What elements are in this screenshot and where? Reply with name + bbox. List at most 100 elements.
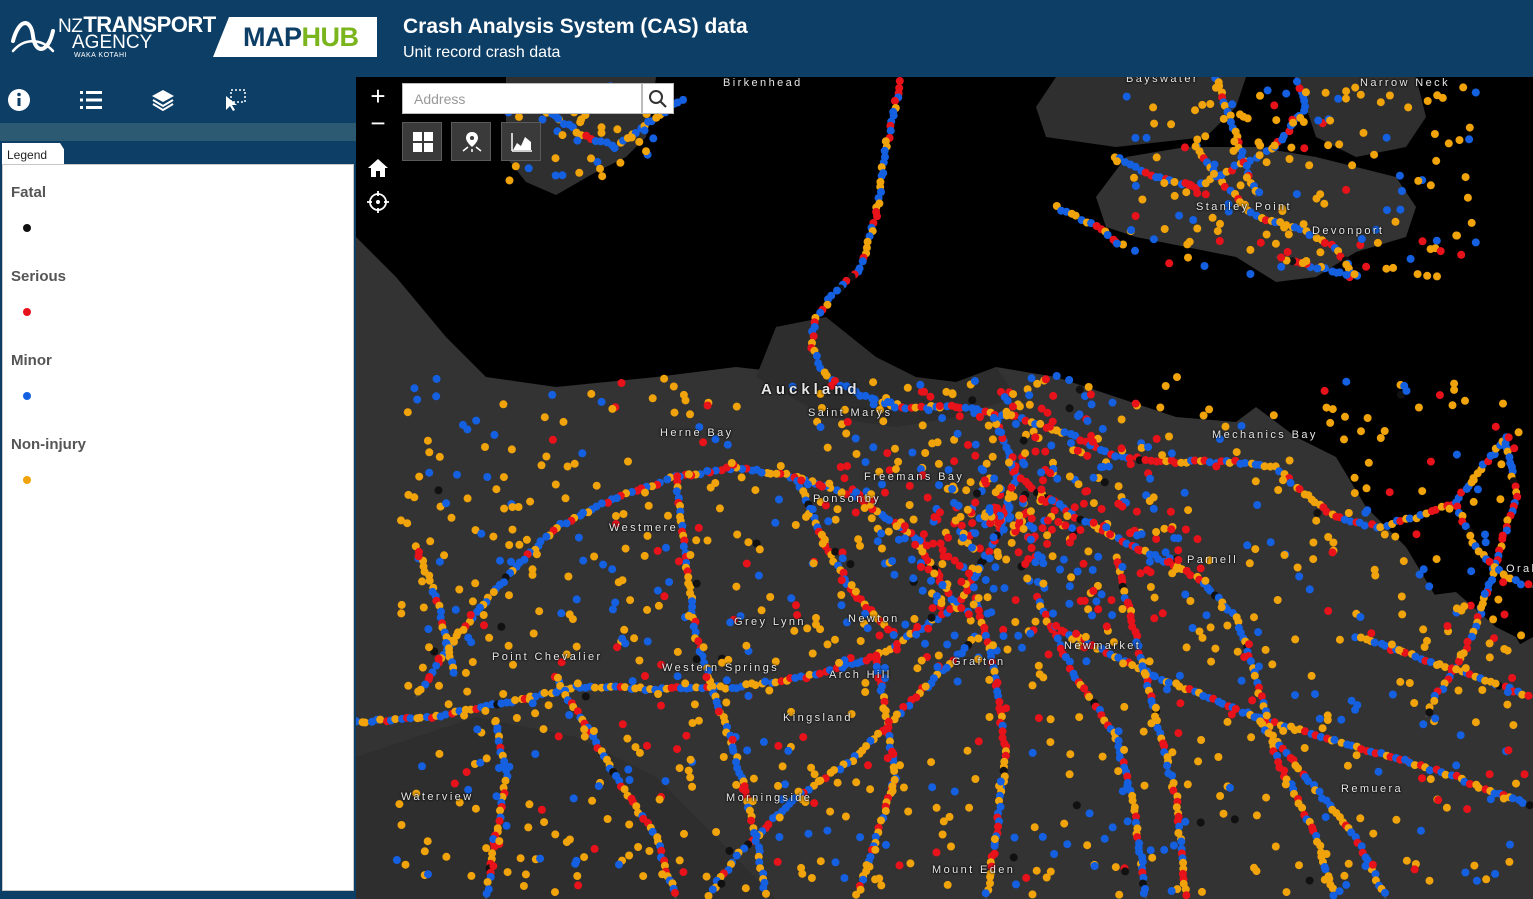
crash-point[interactable]	[1079, 499, 1088, 508]
crash-point[interactable]	[1298, 259, 1307, 267]
crash-point[interactable]	[751, 486, 760, 495]
crash-point[interactable]	[1292, 190, 1301, 199]
crash-point[interactable]	[1030, 823, 1039, 832]
crash-point[interactable]	[948, 389, 957, 398]
crash-point[interactable]	[1181, 817, 1190, 826]
crash-point[interactable]	[1156, 403, 1165, 412]
crash-point[interactable]	[937, 599, 946, 608]
crash-point[interactable]	[1497, 460, 1506, 469]
crash-point[interactable]	[1320, 239, 1329, 247]
crash-point[interactable]	[1398, 610, 1407, 619]
crash-point[interactable]	[732, 780, 741, 789]
crash-point[interactable]	[851, 508, 860, 517]
crash-point[interactable]	[620, 625, 629, 634]
crash-point[interactable]	[890, 767, 899, 775]
crash-point[interactable]	[712, 828, 721, 836]
crash-point[interactable]	[728, 735, 737, 744]
crash-point[interactable]	[561, 494, 570, 503]
crash-point[interactable]	[1309, 555, 1318, 564]
crash-point[interactable]	[502, 821, 511, 830]
crash-point[interactable]	[841, 812, 850, 821]
crash-point[interactable]	[1326, 418, 1335, 427]
crash-point[interactable]	[852, 450, 861, 458]
crash-point[interactable]	[1038, 524, 1047, 533]
crash-point[interactable]	[1279, 726, 1288, 735]
crash-point[interactable]	[1043, 539, 1052, 548]
crash-point[interactable]	[904, 807, 913, 816]
crash-point[interactable]	[1117, 415, 1126, 424]
crash-point[interactable]	[927, 576, 935, 585]
crash-point[interactable]	[809, 559, 818, 568]
crash-point[interactable]	[816, 423, 825, 432]
crash-point[interactable]	[1246, 245, 1255, 254]
crash-point[interactable]	[423, 436, 432, 445]
crash-point[interactable]	[969, 583, 978, 592]
crash-point[interactable]	[1254, 628, 1263, 637]
info-button[interactable]	[6, 87, 32, 113]
crash-point[interactable]	[1131, 399, 1140, 408]
crash-point[interactable]	[1174, 546, 1183, 555]
crash-point[interactable]	[1414, 176, 1423, 185]
crash-point[interactable]	[512, 714, 521, 722]
crash-point[interactable]	[464, 633, 473, 642]
crash-point[interactable]	[989, 584, 998, 593]
crash-point[interactable]	[1183, 780, 1192, 789]
crash-point[interactable]	[934, 651, 943, 660]
crash-point[interactable]	[831, 547, 840, 556]
crash-point[interactable]	[974, 565, 983, 574]
crash-point[interactable]	[938, 581, 947, 589]
crash-point[interactable]	[807, 874, 816, 882]
crash-point[interactable]	[826, 807, 835, 816]
crash-point[interactable]	[1088, 437, 1097, 446]
crash-point[interactable]	[1287, 143, 1296, 152]
crash-point[interactable]	[1506, 840, 1514, 849]
crash-point[interactable]	[921, 449, 930, 457]
crash-point[interactable]	[1193, 535, 1202, 544]
crash-point[interactable]	[835, 658, 844, 667]
crash-point[interactable]	[1426, 181, 1435, 190]
crash-point[interactable]	[913, 664, 922, 673]
search-button[interactable]	[642, 83, 674, 114]
crash-point[interactable]	[973, 489, 981, 498]
crash-point[interactable]	[653, 546, 662, 555]
crash-point[interactable]	[473, 725, 482, 734]
crash-point[interactable]	[1320, 386, 1329, 395]
crash-point[interactable]	[580, 725, 589, 734]
crash-point[interactable]	[686, 773, 695, 782]
crash-point[interactable]	[888, 786, 897, 795]
crash-point[interactable]	[1442, 803, 1451, 812]
elevation-profile-button[interactable]	[501, 122, 541, 161]
crash-point[interactable]	[957, 521, 966, 530]
crash-point[interactable]	[986, 879, 994, 888]
crash-point[interactable]	[1009, 390, 1018, 399]
crash-point[interactable]	[1183, 240, 1192, 249]
crash-point[interactable]	[1168, 748, 1177, 757]
crash-point[interactable]	[1233, 647, 1242, 656]
crash-point[interactable]	[482, 889, 491, 898]
crash-point[interactable]	[895, 77, 904, 85]
crash-point[interactable]	[1026, 629, 1035, 638]
crash-point[interactable]	[1256, 238, 1265, 247]
crash-point[interactable]	[1284, 230, 1293, 239]
crash-point[interactable]	[1425, 582, 1434, 591]
crash-point[interactable]	[671, 888, 679, 897]
crash-point[interactable]	[1280, 223, 1289, 232]
crash-point[interactable]	[1280, 551, 1289, 559]
crash-point[interactable]	[991, 488, 1000, 497]
crash-point[interactable]	[1289, 118, 1298, 127]
crash-point[interactable]	[1038, 832, 1047, 841]
crash-point[interactable]	[1503, 688, 1512, 697]
directions-button[interactable]	[451, 122, 491, 161]
crash-point[interactable]	[938, 560, 947, 568]
crash-point[interactable]	[1315, 714, 1324, 723]
map-canvas[interactable]	[356, 77, 1533, 899]
crash-point[interactable]	[866, 785, 875, 794]
crash-point[interactable]	[860, 504, 869, 512]
crash-point[interactable]	[551, 154, 560, 163]
crash-point[interactable]	[679, 542, 688, 551]
crash-point[interactable]	[1174, 534, 1183, 543]
crash-point[interactable]	[823, 826, 832, 835]
crash-point[interactable]	[575, 168, 584, 177]
crash-point[interactable]	[495, 837, 504, 846]
crash-point[interactable]	[892, 645, 901, 654]
